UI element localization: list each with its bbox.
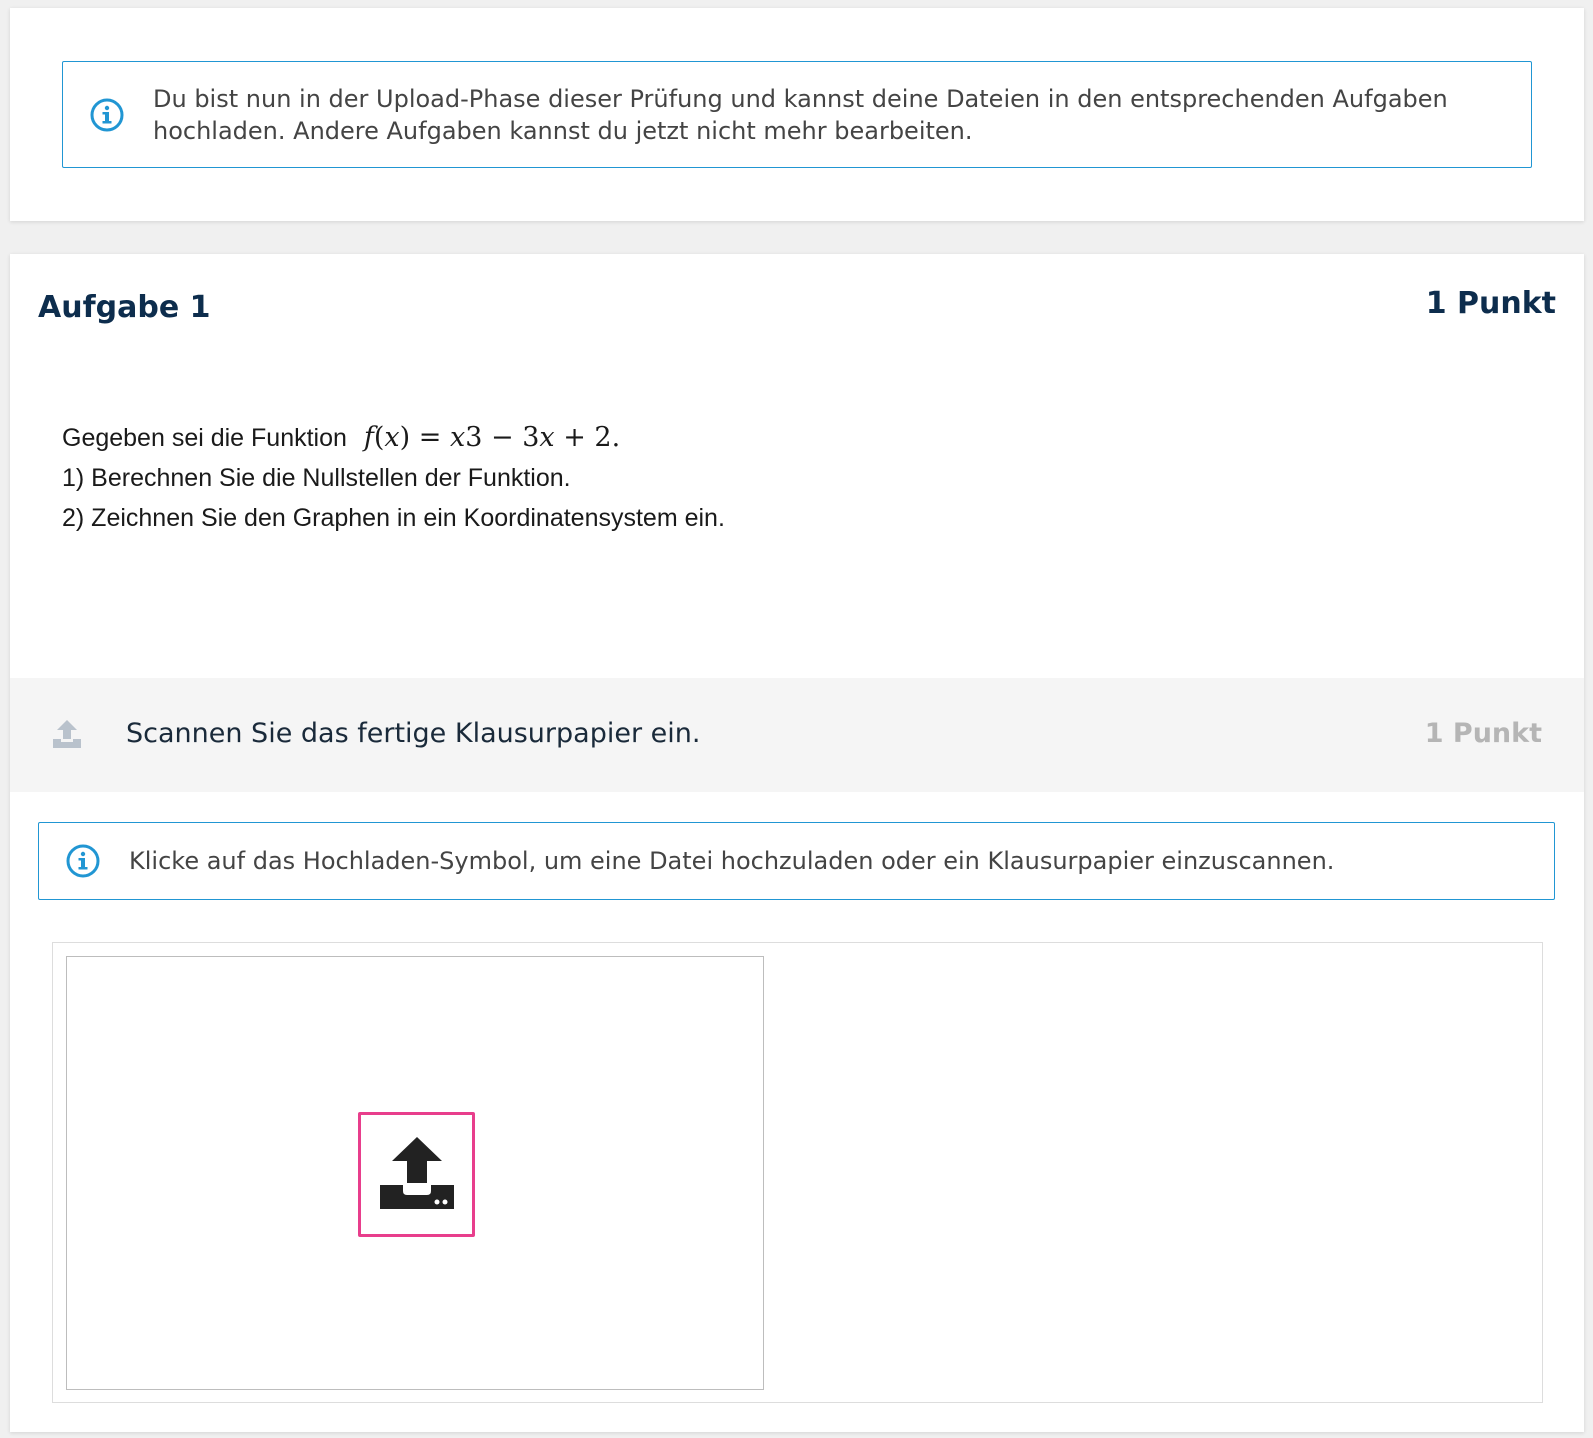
formula-part: x: [539, 422, 555, 453]
formula-part: f: [363, 422, 374, 453]
subtask-label: Scannen Sie das fertige Klausurpapier ei…: [126, 718, 701, 749]
formula-part: ): [399, 422, 411, 453]
upload-hint-text: Klicke auf das Hochladen-Symbol, um eine…: [129, 847, 1335, 875]
formula-part: (: [373, 422, 385, 453]
formula-part: + 2.: [554, 422, 621, 453]
upload-phase-notice-text: Du bist nun in der Upload-Phase dieser P…: [153, 84, 1448, 145]
task-intro-text: Gegeben sei die Funktion: [62, 424, 347, 452]
formula-part: x: [450, 422, 466, 453]
task-instruction-1: 1) Berechnen Sie die Nullstellen der Fun…: [62, 464, 571, 492]
task-title: Aufgabe 1: [38, 290, 211, 325]
task-points: 1 Punkt: [1425, 286, 1556, 321]
task-instruction-2: 2) Zeichnen Sie den Graphen in ein Koord…: [62, 504, 725, 532]
upload-hint: Klicke auf das Hochladen-Symbol, um eine…: [38, 822, 1555, 900]
upload-phase-card: Du bist nun in der Upload-Phase dieser P…: [10, 8, 1584, 221]
upload-icon: [52, 718, 82, 750]
info-circle-icon: [65, 843, 101, 879]
upload-phase-notice: Du bist nun in der Upload-Phase dieser P…: [62, 61, 1532, 168]
formula-part: 3 − 3: [465, 422, 540, 453]
task-formula: f(x) = x3 − 3x + 2.: [364, 422, 620, 453]
task-intro-line: Gegeben sei die Funktion f(x) = x3 − 3x …: [62, 418, 725, 458]
upload-area: [52, 942, 1543, 1403]
info-circle-icon: [89, 97, 125, 133]
upload-slot[interactable]: [66, 956, 764, 1390]
task-description: Gegeben sei die Funktion f(x) = x3 − 3x …: [62, 418, 725, 538]
upload-button[interactable]: [358, 1112, 475, 1237]
subtask-header: Scannen Sie das fertige Klausurpapier ei…: [10, 678, 1584, 792]
upload-icon[interactable]: [379, 1135, 454, 1214]
subtask-points: 1 Punkt: [1424, 718, 1542, 749]
task-card: Aufgabe 1 1 Punkt Gegeben sei die Funkti…: [10, 254, 1584, 1432]
formula-part: x: [384, 422, 400, 453]
formula-part: =: [410, 422, 450, 453]
